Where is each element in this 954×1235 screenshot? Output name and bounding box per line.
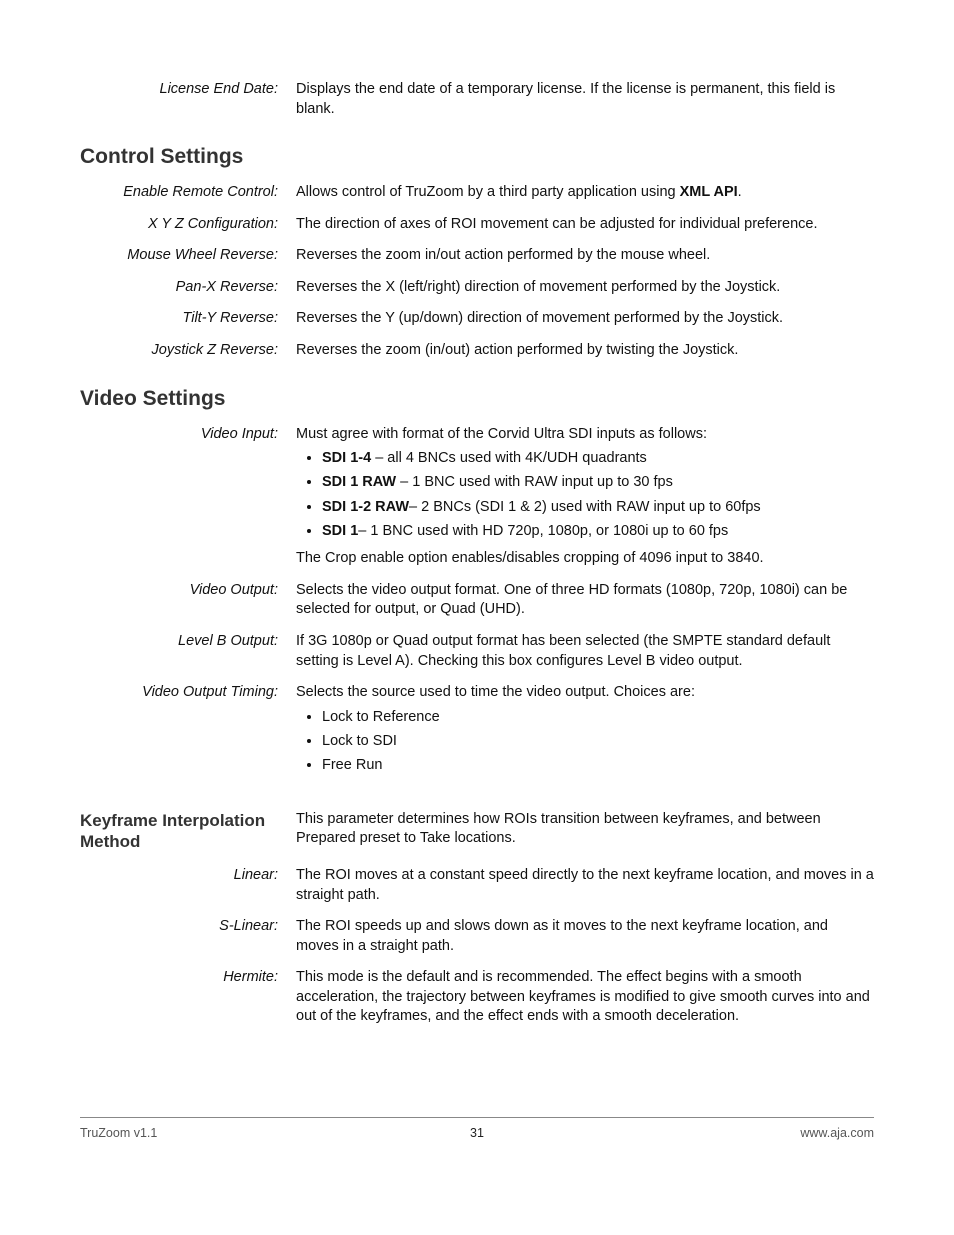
enable-remote-control-label: Enable Remote Control: bbox=[80, 183, 296, 203]
video-output-timing-label: Video Output Timing: bbox=[80, 683, 296, 783]
sdi-1-raw-bold: SDI 1 RAW bbox=[322, 474, 396, 490]
license-end-date-desc: Displays the end date of a temporary lic… bbox=[296, 80, 874, 119]
text: – 1 BNC used with RAW input up to 30 fps bbox=[396, 474, 673, 490]
sdi-1-bold: SDI 1 bbox=[322, 523, 358, 539]
control-settings-heading: Control Settings bbox=[80, 145, 874, 169]
video-settings-heading: Video Settings bbox=[80, 387, 874, 411]
s-linear-label: S-Linear: bbox=[80, 917, 296, 956]
page-footer: TruZoom v1.1 31 www.aja.com bbox=[80, 1117, 874, 1140]
joystick-z-reverse-label: Joystick Z Reverse: bbox=[80, 341, 296, 361]
text: Allows control of TruZoom by a third par… bbox=[296, 184, 680, 200]
list-item: SDI 1-4 – all 4 BNCs used with 4K/UDH qu… bbox=[322, 448, 874, 468]
list-item: Lock to Reference bbox=[322, 707, 874, 727]
video-output-timing-desc: Selects the source used to time the vide… bbox=[296, 683, 874, 783]
mouse-wheel-reverse-desc: Reverses the zoom in/out action performe… bbox=[296, 246, 874, 266]
keyframe-interpolation-heading: Keyframe Interpolation Method bbox=[80, 810, 278, 853]
page-number: 31 bbox=[470, 1126, 484, 1140]
keyframe-intro: This parameter determines how ROIs trans… bbox=[296, 810, 874, 853]
list-item: SDI 1 RAW – 1 BNC used with RAW input up… bbox=[322, 472, 874, 492]
list-item: SDI 1– 1 BNC used with HD 720p, 1080p, o… bbox=[322, 521, 874, 541]
video-input-row: Video Input: Must agree with format of t… bbox=[80, 425, 874, 569]
joystick-z-reverse-desc: Reverses the zoom (in/out) action perfor… bbox=[296, 341, 874, 361]
xyz-config-row: X Y Z Configuration: The direction of ax… bbox=[80, 215, 874, 235]
xyz-config-label: X Y Z Configuration: bbox=[80, 215, 296, 235]
linear-label: Linear: bbox=[80, 866, 296, 905]
joystick-z-reverse-row: Joystick Z Reverse: Reverses the zoom (i… bbox=[80, 341, 874, 361]
video-input-label: Video Input: bbox=[80, 425, 296, 569]
video-input-list: SDI 1-4 – all 4 BNCs used with 4K/UDH qu… bbox=[296, 448, 874, 541]
video-input-crop: The Crop enable option enables/disables … bbox=[296, 549, 874, 569]
footer-right: www.aja.com bbox=[800, 1126, 874, 1140]
level-b-output-desc: If 3G 1080p or Quad output format has be… bbox=[296, 632, 874, 671]
list-item: Free Run bbox=[322, 755, 874, 775]
video-output-desc: Selects the video output format. One of … bbox=[296, 581, 874, 620]
sdi-1-2-raw-bold: SDI 1-2 RAW bbox=[322, 499, 409, 515]
level-b-output-label: Level B Output: bbox=[80, 632, 296, 671]
text: – 2 BNCs (SDI 1 & 2) used with RAW input… bbox=[409, 499, 761, 515]
pan-x-reverse-row: Pan-X Reverse: Reverses the X (left/righ… bbox=[80, 278, 874, 298]
hermite-row: Hermite: This mode is the default and is… bbox=[80, 968, 874, 1027]
level-b-output-row: Level B Output: If 3G 1080p or Quad outp… bbox=[80, 632, 874, 671]
video-input-desc: Must agree with format of the Corvid Ult… bbox=[296, 425, 874, 569]
s-linear-row: S-Linear: The ROI speeds up and slows do… bbox=[80, 917, 874, 956]
enable-remote-control-row: Enable Remote Control: Allows control of… bbox=[80, 183, 874, 203]
video-output-timing-row: Video Output Timing: Selects the source … bbox=[80, 683, 874, 783]
pan-x-reverse-desc: Reverses the X (left/right) direction of… bbox=[296, 278, 874, 298]
tilt-y-reverse-label: Tilt-Y Reverse: bbox=[80, 309, 296, 329]
linear-desc: The ROI moves at a constant speed direct… bbox=[296, 866, 874, 905]
video-output-label: Video Output: bbox=[80, 581, 296, 620]
mouse-wheel-reverse-label: Mouse Wheel Reverse: bbox=[80, 246, 296, 266]
video-output-row: Video Output: Selects the video output f… bbox=[80, 581, 874, 620]
enable-remote-control-desc: Allows control of TruZoom by a third par… bbox=[296, 183, 874, 203]
tilt-y-reverse-desc: Reverses the Y (up/down) direction of mo… bbox=[296, 309, 874, 329]
license-end-date-row: License End Date: Displays the end date … bbox=[80, 80, 874, 119]
license-end-date-label: License End Date: bbox=[80, 80, 296, 119]
list-item: Lock to SDI bbox=[322, 731, 874, 751]
text: – all 4 BNCs used with 4K/UDH quadrants bbox=[371, 450, 647, 466]
text: . bbox=[738, 184, 742, 200]
hermite-label: Hermite: bbox=[80, 968, 296, 1027]
tilt-y-reverse-row: Tilt-Y Reverse: Reverses the Y (up/down)… bbox=[80, 309, 874, 329]
pan-x-reverse-label: Pan-X Reverse: bbox=[80, 278, 296, 298]
list-item: SDI 1-2 RAW– 2 BNCs (SDI 1 & 2) used wit… bbox=[322, 497, 874, 517]
keyframe-heading-row: Keyframe Interpolation Method This param… bbox=[80, 810, 874, 853]
sdi-1-4-bold: SDI 1-4 bbox=[322, 450, 371, 466]
timing-list: Lock to Reference Lock to SDI Free Run bbox=[296, 707, 874, 776]
xml-api-bold: XML API bbox=[680, 184, 738, 200]
text: – 1 BNC used with HD 720p, 1080p, or 108… bbox=[358, 523, 728, 539]
mouse-wheel-reverse-row: Mouse Wheel Reverse: Reverses the zoom i… bbox=[80, 246, 874, 266]
hermite-desc: This mode is the default and is recommen… bbox=[296, 968, 874, 1027]
page: License End Date: Displays the end date … bbox=[0, 0, 954, 1235]
timing-intro: Selects the source used to time the vide… bbox=[296, 683, 874, 703]
xyz-config-desc: The direction of axes of ROI movement ca… bbox=[296, 215, 874, 235]
s-linear-desc: The ROI speeds up and slows down as it m… bbox=[296, 917, 874, 956]
linear-row: Linear: The ROI moves at a constant spee… bbox=[80, 866, 874, 905]
footer-left: TruZoom v1.1 bbox=[80, 1126, 157, 1140]
video-input-intro: Must agree with format of the Corvid Ult… bbox=[296, 425, 874, 445]
